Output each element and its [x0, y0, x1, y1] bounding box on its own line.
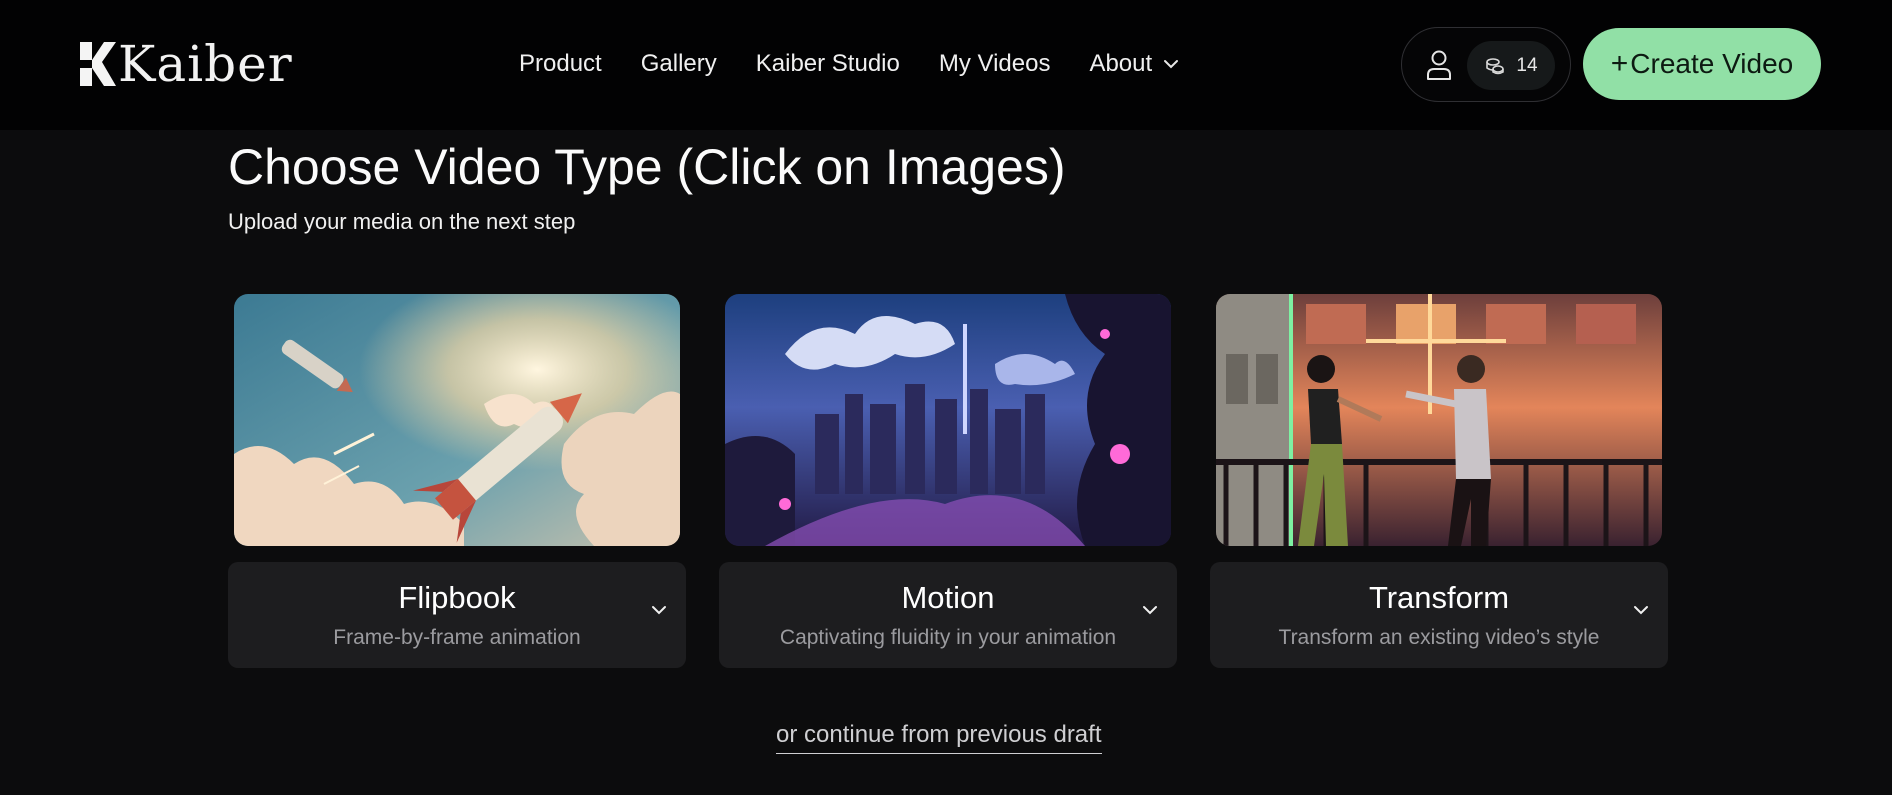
- coins-icon: [1486, 57, 1505, 74]
- nav-item-kaiber-studio[interactable]: Kaiber Studio: [756, 50, 900, 78]
- chevron-down-icon[interactable]: [1632, 604, 1650, 616]
- user-icon[interactable]: [1424, 48, 1454, 82]
- continue-from-draft-link[interactable]: or continue from previous draft: [776, 721, 1102, 754]
- flipbook-preview-image[interactable]: [234, 294, 680, 546]
- chevron-down-icon: [1164, 60, 1179, 69]
- transform-option[interactable]: Transform Transform an existing video’s …: [1210, 562, 1668, 668]
- account-menu[interactable]: 14: [1401, 27, 1571, 102]
- chevron-down-icon[interactable]: [650, 604, 668, 616]
- card-title: Flipbook: [398, 580, 516, 615]
- motion-preview-image[interactable]: [725, 294, 1171, 546]
- card-description: Frame-by-frame animation: [333, 626, 581, 649]
- top-navigation-bar: Kaiber Product Gallery Kaiber Studio My …: [0, 0, 1892, 130]
- nav-item-about[interactable]: About: [1089, 50, 1180, 78]
- card-description: Transform an existing video’s style: [1278, 626, 1600, 649]
- dancers-illustration: [1216, 294, 1662, 546]
- brand-name: Kaiber: [118, 35, 293, 93]
- nav-item-about-label: About: [1089, 50, 1153, 77]
- transform-preview-image[interactable]: [1216, 294, 1662, 546]
- page-subtitle: Upload your media on the next step: [228, 209, 576, 234]
- flipbook-option[interactable]: Flipbook Frame-by-frame animation: [228, 562, 686, 668]
- nav-item-gallery[interactable]: Gallery: [641, 50, 717, 78]
- motion-option[interactable]: Motion Captivating fluidity in your anim…: [719, 562, 1177, 668]
- kaiber-logo[interactable]: Kaiber: [76, 35, 293, 93]
- kaiber-logo-icon: [80, 42, 116, 86]
- card-title: Motion: [901, 580, 995, 615]
- nav-item-my-videos[interactable]: My Videos: [939, 50, 1051, 78]
- video-type-card-motion: Motion Captivating fluidity in your anim…: [719, 294, 1177, 668]
- chevron-down-icon[interactable]: [1141, 604, 1159, 616]
- city-illustration: [725, 294, 1171, 546]
- create-video-button[interactable]: + Create Video: [1583, 28, 1821, 100]
- video-type-card-transform: Transform Transform an existing video’s …: [1210, 294, 1668, 668]
- page-title: Choose Video Type (Click on Images): [228, 139, 1066, 195]
- card-description: Captivating fluidity in your animation: [779, 626, 1117, 649]
- main-nav: Product Gallery Kaiber Studio My Videos …: [519, 46, 1219, 82]
- nav-item-product[interactable]: Product: [519, 50, 602, 78]
- credits-badge[interactable]: 14: [1467, 41, 1555, 90]
- card-title: Transform: [1368, 580, 1510, 615]
- create-video-label: Create Video: [1630, 48, 1794, 79]
- video-type-card-flipbook: Flipbook Frame-by-frame animation: [228, 294, 686, 668]
- rocket-illustration: [234, 294, 680, 546]
- credits-count: 14: [1516, 54, 1538, 76]
- plus-icon: +: [1610, 47, 1629, 80]
